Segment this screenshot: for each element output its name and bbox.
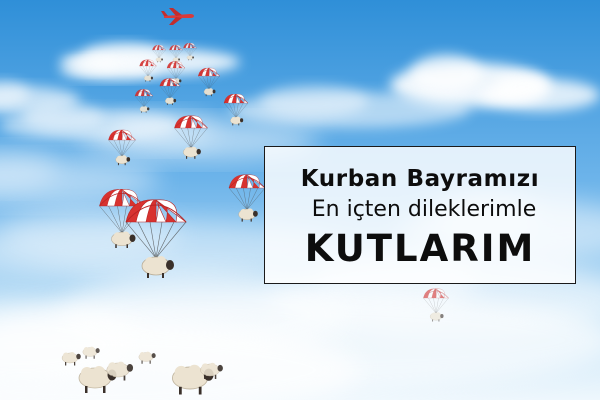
greeting-line-3: KUTLARIM <box>304 227 536 270</box>
greeting-line-1: Kurban Bayramızı <box>300 166 540 192</box>
greeting-line-2: En içten dileklerimle <box>311 197 537 222</box>
greeting-box: Kurban Bayramızı En içten dileklerimle K… <box>264 146 576 284</box>
